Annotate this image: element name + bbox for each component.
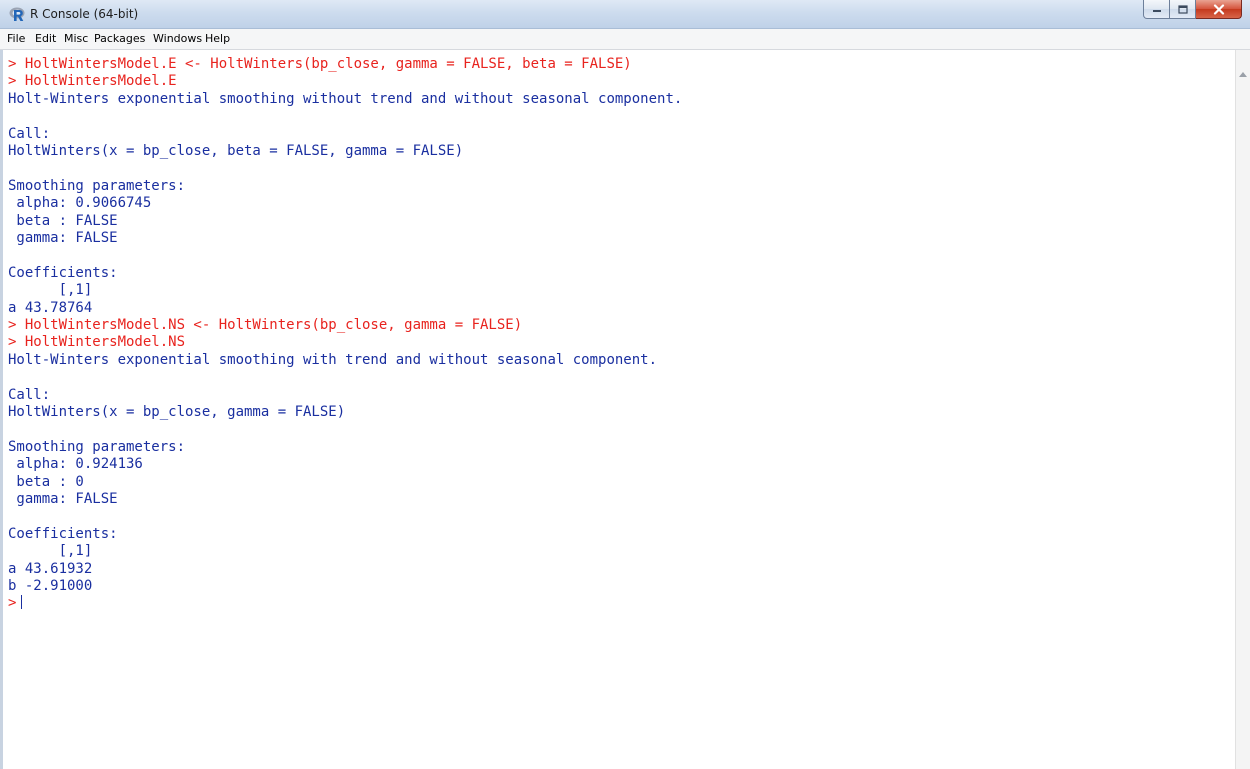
console-output-line: b -2.91000 xyxy=(8,578,93,594)
input-prompt-line[interactable]: > xyxy=(8,595,23,612)
console-output-line: gamma: FALSE xyxy=(8,230,118,246)
menu-bar: File Edit Misc Packages Windows Help xyxy=(0,29,1250,50)
vertical-scrollbar[interactable] xyxy=(1235,50,1250,769)
console-output-line: alpha: 0.924136 xyxy=(8,456,143,473)
r-logo-icon xyxy=(9,7,25,21)
console-command-line: > HoltWintersModel.NS <- HoltWinters(bp_… xyxy=(8,317,523,333)
console-output-line: Holt-Winters exponential smoothing with … xyxy=(8,351,658,368)
menu-packages[interactable]: Packages xyxy=(94,32,145,45)
minimize-icon xyxy=(1152,10,1161,12)
r-console-window: R Console (64-bit) File Edit Misc Packag… xyxy=(0,0,1250,769)
console-output-line: Smoothing parameters: xyxy=(8,438,186,455)
prompt-symbol: > xyxy=(8,595,17,612)
console-output-line: HoltWinters(x = bp_close, beta = FALSE, … xyxy=(8,143,464,159)
console-output-line: Call: xyxy=(8,125,51,142)
menu-edit[interactable]: Edit xyxy=(35,32,56,45)
scroll-up-arrow-icon[interactable] xyxy=(1239,72,1247,77)
title-bar[interactable]: R Console (64-bit) xyxy=(0,0,1250,29)
close-icon xyxy=(1213,3,1224,15)
console-output-line: alpha: 0.9066745 xyxy=(8,195,152,212)
close-button[interactable] xyxy=(1196,0,1242,19)
console-output-line: beta : 0 xyxy=(8,473,84,490)
maximize-button[interactable] xyxy=(1170,0,1196,19)
console-output-line: [,1] xyxy=(8,543,93,560)
console-output-line: Smoothing parameters: xyxy=(8,177,186,194)
console-output-line: Holt-Winters exponential smoothing witho… xyxy=(8,90,683,107)
window-title: R Console (64-bit) xyxy=(30,7,139,21)
menu-help[interactable]: Help xyxy=(205,32,230,45)
console-output-line: beta : FALSE xyxy=(8,212,118,229)
console-output-line: Coefficients: xyxy=(8,525,118,542)
console-output[interactable]: > HoltWintersModel.E <- HoltWinters(bp_c… xyxy=(0,50,1236,769)
maximize-icon xyxy=(1177,4,1188,14)
console-output-line: a 43.61932 xyxy=(8,560,93,577)
minimize-button[interactable] xyxy=(1143,0,1170,19)
menu-file[interactable]: File xyxy=(7,32,25,45)
console-command-line: > HoltWintersModel.E xyxy=(8,73,177,90)
console-output-line: a 43.78764 xyxy=(8,299,93,316)
console-command-line: > HoltWintersModel.E <- HoltWinters(bp_c… xyxy=(8,56,632,72)
menu-misc[interactable]: Misc xyxy=(64,32,88,45)
window-controls xyxy=(1143,0,1242,20)
console-output-line: HoltWinters(x = bp_close, gamma = FALSE) xyxy=(8,404,346,420)
console-output-line: Coefficients: xyxy=(8,264,118,281)
menu-windows[interactable]: Windows xyxy=(153,32,202,45)
console-output-line: Call: xyxy=(8,386,51,403)
text-cursor xyxy=(21,595,23,610)
console-output-line: gamma: FALSE xyxy=(8,491,118,507)
console-output-line: [,1] xyxy=(8,282,93,299)
console-command-line: > HoltWintersModel.NS xyxy=(8,334,186,351)
